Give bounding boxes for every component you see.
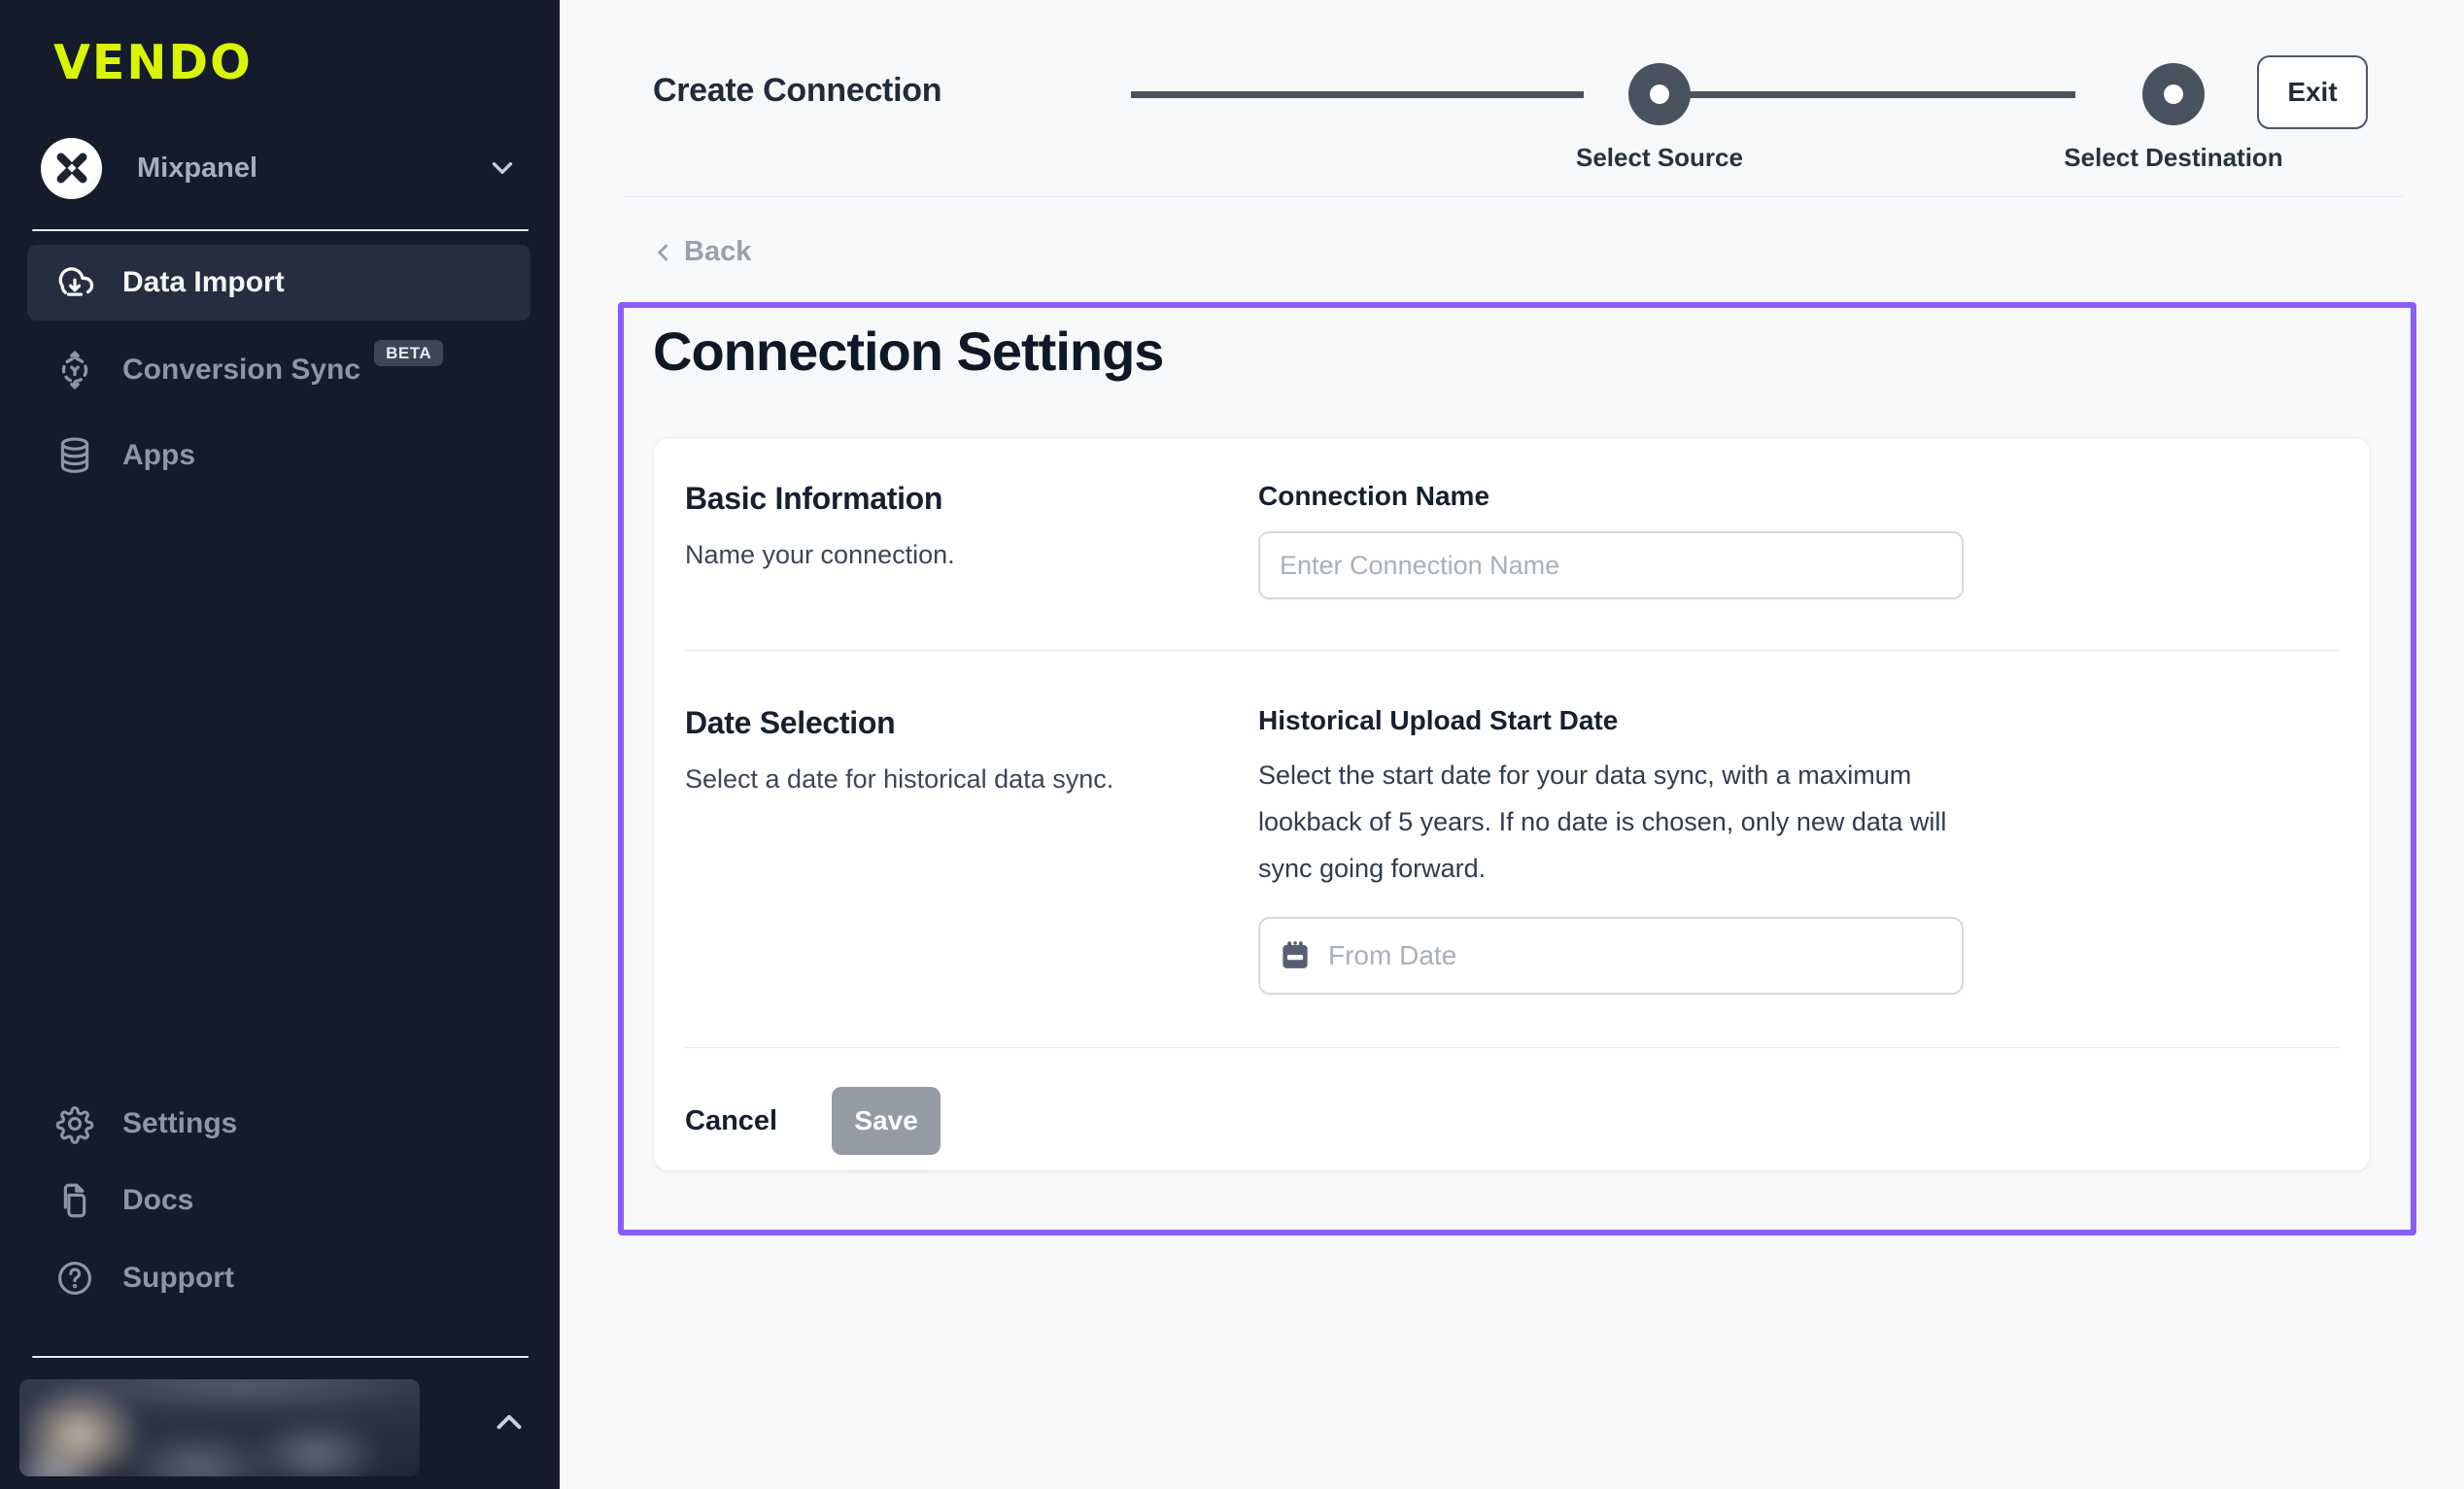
basic-information-section: Basic Information Name your connection. …: [685, 438, 2339, 651]
sidebar-item-settings[interactable]: Settings: [27, 1086, 530, 1162]
date-selection-heading: Date Selection: [685, 705, 1258, 741]
back-link-label: Back: [684, 236, 751, 268]
mixpanel-logo-icon: [41, 138, 102, 199]
step-dot-select-source: [1628, 63, 1691, 125]
sidebar-item-conversion-sync[interactable]: Conversion Sync BETA: [27, 332, 530, 408]
document-icon: [53, 1179, 96, 1222]
calendar-icon: [1278, 938, 1313, 973]
basic-information-description: Name your connection.: [685, 540, 1258, 570]
sidebar-item-label: Settings: [122, 1107, 237, 1140]
connection-settings-panel: Connection Settings Basic Information Na…: [618, 302, 2416, 1235]
workspace-name: Mixpanel: [137, 152, 486, 185]
settings-card: Basic Information Name your connection. …: [653, 437, 2371, 1171]
help-circle-icon: [53, 1257, 96, 1300]
date-selection-section: Date Selection Select a date for histori…: [685, 651, 2339, 1048]
sidebar-item-label: Data Import: [122, 266, 285, 299]
sidebar-item-label: Docs: [122, 1184, 193, 1217]
sidebar-divider-top: [32, 229, 529, 231]
historical-upload-start-date-label: Historical Upload Start Date: [1258, 705, 2339, 736]
cloud-download-icon: [53, 261, 96, 304]
sidebar-item-support[interactable]: Support: [27, 1240, 530, 1316]
basic-information-heading: Basic Information: [685, 481, 1258, 517]
page-title: Connection Settings: [653, 320, 2411, 383]
sidebar-divider-bottom: [32, 1356, 529, 1358]
step-connector-1: [1131, 91, 1584, 98]
date-selection-description: Select a date for historical data sync.: [685, 764, 1258, 795]
chevron-down-icon: [486, 152, 519, 185]
sidebar-item-label: Conversion Sync: [122, 354, 360, 387]
sidebar: Vendo Mixpanel Data Imp: [0, 0, 560, 1489]
connection-name-label: Connection Name: [1258, 481, 2339, 512]
step-dot-select-destination: [2142, 63, 2205, 125]
sidebar-item-apps[interactable]: Apps: [27, 418, 530, 493]
topbar-divider: [622, 196, 2404, 197]
step-connector-2: [1646, 91, 2075, 98]
chevron-left-icon: [651, 240, 676, 265]
cancel-button[interactable]: Cancel: [685, 1105, 777, 1137]
step-label-select-source: Select Source: [1494, 143, 1825, 173]
save-button[interactable]: Save: [832, 1087, 941, 1155]
wizard-title: Create Connection: [653, 72, 941, 110]
sidebar-item-label: Apps: [122, 439, 195, 472]
exit-button[interactable]: Exit: [2257, 55, 2368, 129]
chevron-up-icon[interactable]: [489, 1402, 530, 1442]
form-actions: Cancel Save: [685, 1048, 2339, 1155]
user-profile-blur: [19, 1379, 420, 1476]
step-label-select-destination: Select Destination: [2008, 143, 2339, 173]
connection-name-input[interactable]: [1258, 531, 1964, 599]
sidebar-item-label: Support: [122, 1262, 234, 1295]
historical-upload-help-text: Select the start date for your data sync…: [1258, 752, 1958, 892]
sidebar-item-docs[interactable]: Docs: [27, 1163, 530, 1238]
user-profile-blurred[interactable]: [19, 1379, 420, 1476]
back-link[interactable]: Back: [651, 236, 751, 268]
conversion-sync-icon: [53, 349, 96, 391]
app-root: Vendo Mixpanel Data Imp: [0, 0, 2464, 1489]
beta-badge: BETA: [374, 340, 443, 366]
sidebar-item-data-import[interactable]: Data Import: [27, 245, 530, 321]
gear-icon: [53, 1102, 96, 1145]
workspace-switcher[interactable]: Mixpanel: [41, 136, 519, 200]
topbar: Create Connection Select Source Select D…: [560, 0, 2464, 197]
main-content: Create Connection Select Source Select D…: [560, 0, 2464, 1489]
from-date-field[interactable]: [1258, 917, 1964, 995]
vendo-logo: Vendo: [53, 35, 253, 90]
from-date-input[interactable]: [1328, 919, 1944, 993]
database-icon: [53, 434, 96, 477]
